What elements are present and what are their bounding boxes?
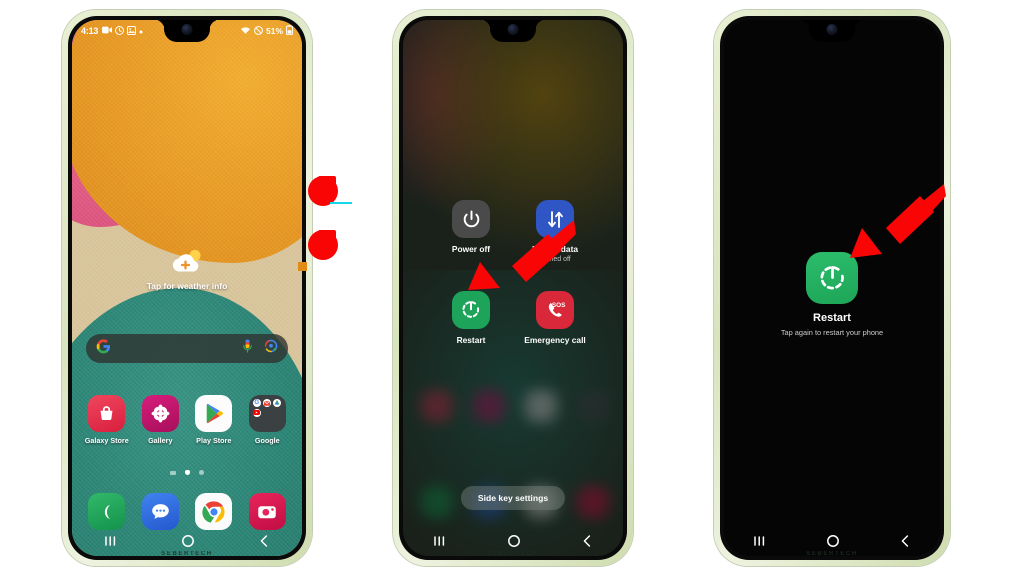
power-menu-options: Power off Mobile data Turned off Restart…: [403, 200, 623, 345]
app-play-store[interactable]: Play Store: [188, 395, 240, 445]
dock-messages[interactable]: Messages: [134, 493, 186, 530]
recents-icon[interactable]: [433, 535, 447, 549]
option-label: Emergency call: [524, 335, 586, 345]
watermark-phone-2: SEBERTECH: [487, 551, 539, 557]
app-gallery[interactable]: Gallery: [134, 395, 186, 445]
option-label: Power off: [451, 244, 491, 254]
camera-icon: [248, 493, 286, 530]
restart-option[interactable]: Restart: [429, 291, 513, 345]
phone-1-screen: 4:13 51% Tap for weather info Galaxy Sto…: [72, 20, 302, 556]
app-label: Play Store: [196, 436, 232, 445]
power-off-option[interactable]: Power off: [429, 200, 513, 263]
play-store-icon: [195, 395, 233, 432]
google-search-bar[interactable]: [86, 334, 288, 363]
svg-text:SOS: SOS: [552, 302, 566, 309]
front-camera-icon: [507, 24, 519, 35]
alarm-icon: [115, 25, 125, 37]
phone-2-power-menu: Power off Mobile data Turned off Restart…: [393, 10, 633, 566]
watermark-phone-1: SEBERTECH: [161, 551, 213, 557]
google-folder-icon: G: [248, 395, 286, 432]
mobile-data-icon: [536, 200, 574, 238]
page-indicator[interactable]: [72, 470, 302, 475]
chrome-icon: [195, 493, 233, 530]
status-bar-left: 4:13: [81, 25, 143, 37]
emergency-call-sos-icon: SOS: [536, 291, 574, 329]
power-off-icon: [452, 200, 490, 238]
dock-camera[interactable]: Camera: [241, 493, 293, 530]
phone-3-restart-confirm: Restart Tap again to restart your phone: [714, 10, 950, 566]
app-grid-row-1: Galaxy Store Gallery Play Store G Google: [80, 395, 294, 445]
status-bar-right: 51%: [240, 25, 294, 37]
microphone-icon[interactable]: [242, 339, 253, 359]
cyan-accent-line: [330, 202, 352, 204]
search-bar-actions: [242, 339, 278, 359]
app-label: Galaxy Store: [84, 436, 129, 445]
front-camera-icon: [181, 24, 193, 35]
app-google-folder[interactable]: G Google: [241, 395, 293, 445]
emergency-call-option[interactable]: SOS Emergency call: [513, 291, 597, 345]
recents-icon[interactable]: [753, 535, 767, 549]
restart-confirm-block[interactable]: Restart Tap again to restart your phone: [724, 252, 940, 337]
page-dot-home[interactable]: [185, 470, 190, 475]
page-dot-widgets[interactable]: [170, 470, 176, 475]
weather-label: Tap for weather info: [146, 281, 228, 291]
battery-percent: 51%: [265, 26, 283, 36]
page-dot-3[interactable]: [199, 470, 204, 475]
watermark-phone-3: SEBERTECH: [806, 551, 858, 557]
restart-subtitle: Tap again to restart your phone: [780, 328, 884, 337]
back-chevron-icon[interactable]: [258, 534, 270, 550]
dock-row: Phone Messages: [80, 493, 294, 530]
dock-chrome[interactable]: Chrome: [188, 493, 240, 530]
side-key-settings-button[interactable]: Side key settings: [460, 486, 566, 510]
dock-phone[interactable]: Phone: [81, 493, 133, 530]
video-recorder-icon: [102, 26, 113, 36]
home-circle-icon[interactable]: [507, 534, 521, 550]
back-chevron-icon[interactable]: [899, 534, 911, 550]
dot-icon: [139, 26, 143, 36]
side-key-marker-power-tail: [318, 230, 336, 252]
restart-icon: [806, 252, 858, 304]
cloud-plus-sun-icon: [170, 248, 204, 278]
screenshot-stage: 4:13 51% Tap for weather info Galaxy Sto…: [0, 0, 1024, 576]
mobile-data-option[interactable]: Mobile data Turned off: [513, 200, 597, 263]
app-galaxy-store[interactable]: Galaxy Store: [81, 395, 133, 445]
restart-title: Restart: [813, 312, 851, 324]
phone-icon: [88, 493, 126, 530]
home-circle-icon[interactable]: [826, 534, 840, 550]
google-lens-icon[interactable]: [264, 339, 278, 358]
screenshot-icon: [127, 25, 137, 37]
orange-accent-marker: [298, 262, 307, 271]
phone-3-bezel: Restart Tap again to restart your phone: [720, 16, 944, 560]
front-camera-icon: [826, 24, 838, 35]
galaxy-store-icon: [88, 395, 126, 432]
restart-icon: [452, 291, 490, 329]
google-g-icon: [96, 338, 111, 359]
wifi-icon: [240, 26, 251, 37]
option-label: Restart: [456, 335, 486, 345]
option-sublabel: Turned off: [539, 256, 571, 263]
messages-icon: [141, 493, 179, 530]
status-clock: 4:13: [81, 26, 99, 36]
gallery-icon: [141, 395, 179, 432]
battery-icon: [285, 25, 294, 37]
weather-widget[interactable]: Tap for weather info: [72, 248, 302, 291]
phone-2-screen: Power off Mobile data Turned off Restart…: [403, 20, 623, 556]
do-not-disturb-icon: [254, 25, 263, 37]
back-chevron-icon[interactable]: [581, 534, 593, 550]
phone-3-screen: Restart Tap again to restart your phone: [724, 20, 940, 556]
phone-1-bezel: 4:13 51% Tap for weather info Galaxy Sto…: [68, 16, 306, 560]
app-label: Google: [254, 436, 280, 445]
recents-icon[interactable]: [104, 535, 118, 549]
phone-2-bezel: Power off Mobile data Turned off Restart…: [399, 16, 627, 560]
phone-1-home-screen: 4:13 51% Tap for weather info Galaxy Sto…: [62, 10, 312, 566]
option-label: Mobile data: [531, 244, 579, 254]
side-key-marker-volume-tail: [318, 176, 336, 198]
app-label: Gallery: [148, 436, 173, 445]
home-circle-icon[interactable]: [181, 534, 195, 550]
